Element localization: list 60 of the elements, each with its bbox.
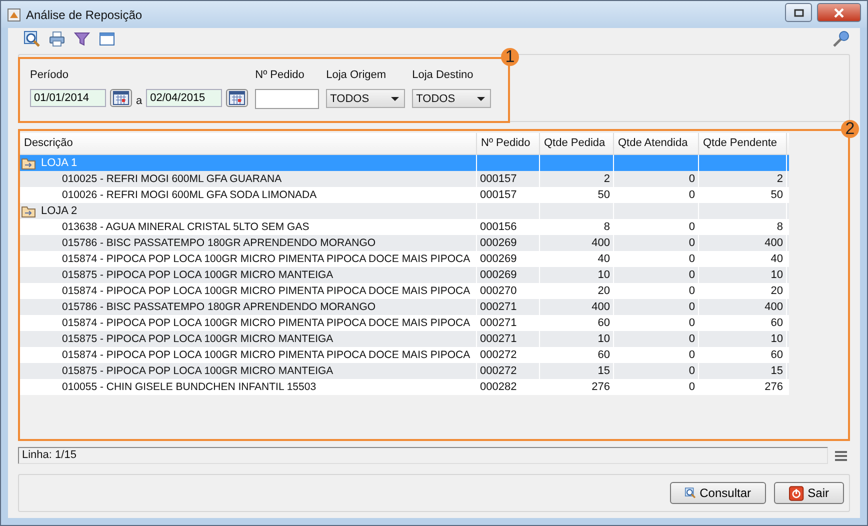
origin-label: Loja Origem xyxy=(326,69,388,81)
calendar-button[interactable] xyxy=(226,89,248,107)
printer-icon[interactable] xyxy=(49,31,65,47)
table-row[interactable]: 015875 - PIPOCA POP LOCA 100GR MICRO MANTEIGA 000272 15 0 15 xyxy=(20,363,789,379)
filter-icon[interactable] xyxy=(74,31,90,47)
table-cell: 000282 xyxy=(477,379,540,395)
date-field[interactable]: 02/04/2015 xyxy=(146,89,222,107)
table-row[interactable]: 015875 - PIPOCA POP LOCA 100GR MICRO MANTEIGA 000271 10 0 10 xyxy=(20,331,789,347)
window-title: Análise de Reposição xyxy=(26,8,142,22)
order-label: Nº Pedido xyxy=(255,69,306,81)
restore-icon xyxy=(794,8,804,16)
table-cell-text: LOJA 1 xyxy=(40,156,78,171)
column-header[interactable]: Qtde Pendente xyxy=(699,133,787,154)
table-row[interactable]: 013638 - AGUA MINERAL CRISTAL 5LTO SEM GAS 000156 8 0 8 xyxy=(20,219,789,235)
table-row[interactable]: 010055 - CHIN GISELE BUNDCHEN INFANTIL 15503 000282 276 0 276 xyxy=(20,379,789,395)
column-header[interactable]: Nº Pedido xyxy=(477,133,540,154)
consult-button[interactable]: Consultar xyxy=(670,482,766,504)
group-row[interactable]: LOJA 2 xyxy=(20,203,789,219)
close-button[interactable] xyxy=(817,3,861,22)
table-row[interactable]: 015874 - PIPOCA POP LOCA 100GR MICRO PIMENTA PIPOCA DOCE MAIS PIPOCA 000270 20 0 20 xyxy=(20,283,789,299)
period-label: Período xyxy=(30,69,70,81)
callout-badge: 1 xyxy=(501,48,519,66)
folder-icon xyxy=(21,204,36,218)
origin-dropdown[interactable]: TODOS xyxy=(326,89,406,108)
destination-dropdown[interactable]: TODOS xyxy=(412,89,492,108)
power-icon xyxy=(789,486,804,500)
app-icon xyxy=(7,8,21,22)
table-row[interactable]: 015874 - PIPOCA POP LOCA 100GR MICRO PIMENTA PIPOCA DOCE MAIS PIPOCA 000269 40 0 40 xyxy=(20,251,789,267)
table-row[interactable]: 015786 - BISC PASSATEMPO 180GR APRENDENDO MORANGO 000271 400 0 400 xyxy=(20,299,789,315)
date-field[interactable]: 01/01/2014 xyxy=(30,89,106,107)
search-icon xyxy=(685,485,696,501)
table-cell: 010055 - CHIN GISELE BUNDCHEN INFANTIL 15503 xyxy=(20,379,477,395)
table-cell: 276 xyxy=(540,379,614,395)
range-word: a xyxy=(136,94,142,106)
search-icon[interactable] xyxy=(24,31,40,47)
column-header[interactable]: Qtde Pedida xyxy=(540,133,614,154)
caret-icon xyxy=(477,96,486,100)
exit-button[interactable]: Sair xyxy=(774,482,844,504)
folder-icon xyxy=(21,156,36,170)
destination-label: Loja Destino xyxy=(412,69,474,81)
column-header[interactable]: Descrição xyxy=(20,133,477,154)
table-row[interactable]: 010026 - REFRI MOGI 600ML GFA SODA LIMONADA 000157 50 0 50 xyxy=(20,187,789,203)
table-row[interactable]: 015874 - PIPOCA POP LOCA 100GR MICRO PIMENTA PIPOCA DOCE MAIS PIPOCA 000271 60 0 60 xyxy=(20,315,789,331)
callout-badge: 2 xyxy=(841,120,859,138)
column-header[interactable]: Qtde Atendida xyxy=(614,133,699,154)
table-row[interactable]: 015875 - PIPOCA POP LOCA 100GR MICRO MANTEIGA 000269 10 0 10 xyxy=(20,267,789,283)
restore-button[interactable] xyxy=(785,3,812,22)
close-icon xyxy=(833,8,845,18)
table-row[interactable]: 010025 - REFRI MOGI 600ML GFA GUARANA 000157 2 0 2 xyxy=(20,171,789,187)
table-row[interactable]: 015786 - BISC PASSATEMPO 180GR APRENDENDO MORANGO 000269 400 0 400 xyxy=(20,235,789,251)
calendar-button[interactable] xyxy=(110,89,132,107)
caret-icon xyxy=(391,96,400,100)
menu-icon[interactable] xyxy=(834,450,848,462)
table-cell: 0 xyxy=(614,379,699,395)
table-cell-text: LOJA 2 xyxy=(40,204,78,219)
table-cell: 276 xyxy=(699,379,787,395)
status-bar: Linha: 1/15 xyxy=(18,447,828,464)
window-icon[interactable] xyxy=(99,31,115,47)
order-field[interactable] xyxy=(255,89,320,109)
table-row[interactable]: 015874 - PIPOCA POP LOCA 100GR MICRO PIMENTA PIPOCA DOCE MAIS PIPOCA 000272 60 0 60 xyxy=(20,347,789,363)
